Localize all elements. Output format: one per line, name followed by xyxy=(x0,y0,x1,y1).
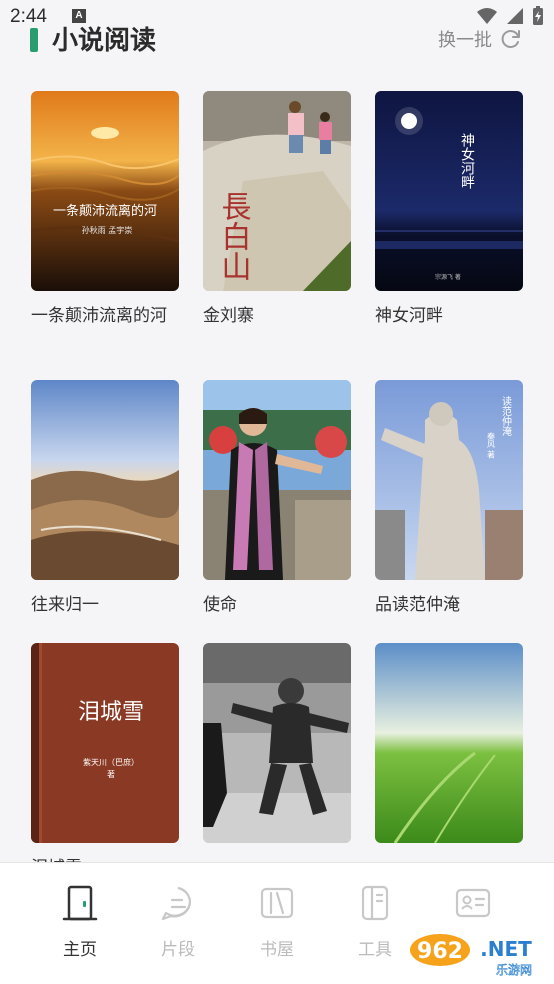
nav-item-bookshelf[interactable]: 书屋 xyxy=(237,883,317,960)
cover-title: 一条颠沛流离的河 xyxy=(53,203,157,219)
refresh-label: 换一批 xyxy=(438,30,492,51)
sunset-river-cover-image: 一条颠沛流离的河 孙秋雨 孟宇崇 xyxy=(31,91,179,291)
book-title: 金刘寨 xyxy=(203,306,254,326)
refresh-button[interactable]: 换一批 xyxy=(438,26,522,52)
cover-author: 秦风 著 xyxy=(487,431,496,460)
nav-label: 书屋 xyxy=(260,940,294,960)
watermark-brand: 962 xyxy=(417,939,463,964)
book-card[interactable]: 泪城雪 紫天川（巴庶） 著 泪城雪 xyxy=(31,643,179,882)
stone-monument-cover-image: 長白山 xyxy=(203,91,351,291)
cover-author: 宗源飞 著 xyxy=(435,273,461,281)
book-title: 一条颠沛流离的河 xyxy=(31,306,167,326)
nav-label: 主页 xyxy=(63,940,97,960)
cover-author: 紫天川（巴庶） xyxy=(83,757,139,767)
cover-author-suffix: 著 xyxy=(107,769,115,779)
leather-book-cover-image: 泪城雪 紫天川（巴庶） 著 xyxy=(31,643,179,843)
book-card[interactable]: 使命 xyxy=(203,380,351,619)
nav-label: 工具 xyxy=(358,940,392,960)
grassland-cover-image xyxy=(375,643,523,843)
book-cover: 神女河畔 宗源飞 著 xyxy=(375,91,523,291)
cover-title: 泪城雪 xyxy=(78,700,144,725)
book-title: 神女河畔 xyxy=(375,306,443,326)
home-door-icon xyxy=(62,885,98,921)
book-card[interactable]: 神女河畔 宗源飞 著 神女河畔 xyxy=(375,91,523,330)
chat-bubble-icon xyxy=(161,886,191,921)
desert-hills-cover-image xyxy=(31,380,179,580)
book-card[interactable] xyxy=(375,643,523,855)
watermark-logo: 962 .NET 乐游网 xyxy=(410,934,532,977)
book-title: 往来归一 xyxy=(31,595,99,615)
header: 小说阅读 换一批 xyxy=(0,14,554,64)
book-card[interactable]: 读范仲淹 秦风 著 品读范仲淹 xyxy=(375,380,523,619)
nav-item-home[interactable]: 主页 xyxy=(40,883,120,960)
refresh-icon xyxy=(501,30,520,48)
book-cover: 读范仲淹 秦风 著 xyxy=(375,380,523,580)
moonlit-river-cover-image: 神女河畔 宗源飞 著 xyxy=(375,91,523,291)
book-cover: 長白山 xyxy=(203,91,351,291)
cover-author: 孙秋雨 孟宇崇 xyxy=(82,225,133,235)
book-cover xyxy=(31,380,179,580)
profile-card-icon xyxy=(455,888,491,918)
cover-title: 神女河畔 xyxy=(459,133,475,189)
woman-portrait-cover-image xyxy=(203,380,351,580)
title-accent-bar xyxy=(30,28,38,52)
nav-label: 片段 xyxy=(161,940,195,960)
book-cover xyxy=(375,643,523,843)
tools-icon xyxy=(361,885,389,921)
watermark-sub: 乐游网 xyxy=(496,963,532,977)
nav-item-tools[interactable]: 工具 xyxy=(335,883,415,960)
book-card[interactable]: 往来归一 xyxy=(31,380,179,619)
book-card[interactable]: 一条颠沛流离的河 孙秋雨 孟宇崇 一条颠沛流离的河 xyxy=(31,91,179,330)
book-card[interactable]: 長白山 金刘寨 xyxy=(203,91,351,330)
child-bw-photo-cover-image xyxy=(203,643,351,843)
nav-item-fragments[interactable]: 片段 xyxy=(138,883,218,960)
bookshelf-icon xyxy=(260,887,294,919)
book-title: 使命 xyxy=(203,595,237,615)
cover-title: 读范仲淹 xyxy=(500,395,512,436)
watermark-suffix: .NET xyxy=(480,937,532,961)
book-cover: 泪城雪 紫天川（巴庶） 著 xyxy=(31,643,179,843)
page-title: 小说阅读 xyxy=(52,26,157,56)
book-cover xyxy=(203,643,351,843)
book-card[interactable] xyxy=(203,643,351,855)
book-cover: 一条颠沛流离的河 孙秋雨 孟宇崇 xyxy=(31,91,179,291)
cover-title: 長白山 xyxy=(216,191,251,281)
book-title: 品读范仲淹 xyxy=(375,595,460,615)
statue-cover-image: 读范仲淹 秦风 著 xyxy=(375,380,523,580)
book-cover xyxy=(203,380,351,580)
